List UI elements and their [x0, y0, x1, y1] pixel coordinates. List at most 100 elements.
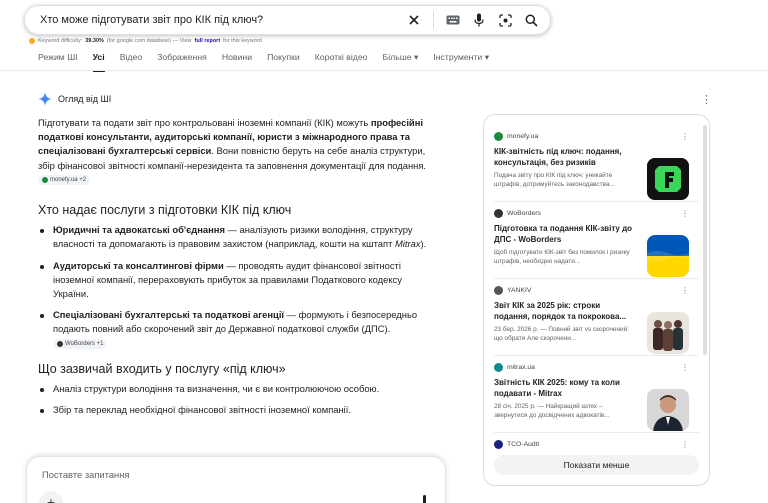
search-bar[interactable]: Хто може підготувати звіт про КІК під кл…	[24, 5, 551, 35]
ask-input[interactable]: Поставте запитання	[42, 469, 129, 480]
ai-overview-more-icon[interactable]: ⋮	[701, 93, 712, 106]
ai-overview-header: Огляд від ШІ	[38, 92, 111, 106]
sources-scrollbar[interactable]	[703, 125, 707, 355]
microphone-icon[interactable]	[466, 7, 492, 33]
source-site: mitrax.ua	[494, 363, 694, 372]
monefy-logo-icon	[647, 158, 689, 200]
kd-full-report-link[interactable]: full report	[194, 38, 220, 44]
source-site-name: WoBorders	[507, 210, 541, 217]
yankiv-favicon-icon	[494, 286, 503, 295]
clear-icon[interactable]	[401, 7, 427, 33]
section-heading-providers: Хто надає послуги з підготовки КІК під к…	[38, 203, 292, 218]
search-tabs: Режим ШІ Усі Відео Зображення Новини Пок…	[38, 52, 489, 72]
ai-intro-paragraph: Підготувати та подати звіт про контрольо…	[38, 116, 438, 187]
tab-ai-mode[interactable]: Режим ШІ	[38, 52, 78, 72]
tab-videos[interactable]: Відео	[120, 52, 142, 72]
search-input[interactable]: Хто може підготувати звіт про КІК під кл…	[25, 14, 401, 26]
source-chip-monefy[interactable]: monefy.ua +2	[38, 175, 91, 186]
woborders-favicon-icon	[494, 209, 503, 218]
list-item: Збір та переклад необхідної фінансової з…	[38, 403, 438, 417]
more-options-icon[interactable]: ⋮	[681, 363, 689, 372]
more-options-icon[interactable]: ⋮	[681, 440, 689, 449]
tab-shopping[interactable]: Покупки	[267, 52, 300, 72]
source-title[interactable]: Звітність КІК 2025: кому та коли подават…	[494, 378, 634, 399]
section-heading-includes: Що зазвичай входить у послугу «під ключ»	[38, 361, 286, 376]
list-item: Спеціалізовані бухгалтерські та податков…	[38, 308, 438, 351]
providers-list: Юридичні та адвокатські об'єднання — ана…	[38, 223, 438, 351]
source-chip-woborders[interactable]: WoBorders +1	[53, 339, 108, 350]
show-less-button[interactable]: Показати менше	[494, 455, 699, 475]
ai-overview-body: Підготувати та подати звіт про контрольо…	[38, 116, 438, 424]
tabs-divider	[0, 70, 768, 71]
card-divider	[494, 201, 699, 202]
service-name: Аудиторські та консалтингові фірми	[53, 259, 224, 271]
monefy-favicon-icon	[42, 177, 48, 184]
source-site-name: monefy.ua	[507, 133, 539, 140]
source-card[interactable]: WoBorders ⋮ Підготовка та подання КІК-зв…	[494, 209, 694, 277]
source-title[interactable]: КІК-звітність під ключ: подання, консуль…	[494, 147, 634, 168]
kd-value: 39.30%	[85, 38, 104, 44]
tab-all[interactable]: Усі	[92, 52, 105, 72]
more-options-icon[interactable]: ⋮	[681, 286, 689, 295]
service-example: Mitrax	[394, 238, 421, 250]
tab-news[interactable]: Новини	[222, 52, 252, 72]
kd-source: (for google.com database) — View	[106, 38, 192, 44]
tab-short-videos[interactable]: Короткі відео	[315, 52, 368, 72]
more-options-icon[interactable]: ⋮	[681, 132, 689, 141]
card-divider	[494, 278, 699, 279]
ai-intro-text-1: Підготувати та подати звіт про контрольо…	[38, 117, 371, 128]
tab-tools[interactable]: Інструменти ▾	[433, 52, 489, 72]
semrush-icon	[29, 38, 35, 44]
source-site-name: mitrax.ua	[507, 364, 535, 371]
card-divider	[494, 432, 699, 433]
mitrax-favicon-icon	[494, 363, 503, 372]
source-snippet: 28 січ. 2025 р. — Найкращий шлях – зверн…	[494, 403, 610, 419]
search-bar-divider	[433, 11, 434, 29]
keyword-difficulty-bar: Keyword difficulty: 39.30% (for google.c…	[29, 38, 262, 44]
service-text-end: ).	[420, 238, 427, 250]
team-photo-icon	[647, 312, 689, 354]
monefy-favicon-icon	[494, 132, 503, 141]
ask-followup-box[interactable]: Поставте запитання +	[26, 456, 446, 503]
ukraine-flag-icon	[647, 235, 689, 277]
source-chip-label: monefy.ua +2	[50, 177, 87, 184]
includes-list: Аналіз структури володіння та визначення…	[38, 382, 438, 417]
source-site: WoBorders	[494, 209, 694, 218]
source-site-name: TCO-Audit	[507, 441, 540, 448]
source-thumbnail[interactable]	[647, 389, 689, 431]
source-thumbnail[interactable]	[647, 235, 689, 277]
source-site: TCO-Audit	[494, 440, 694, 449]
tab-images[interactable]: Зображення	[157, 52, 207, 72]
kd-suffix: for this keyword	[223, 38, 262, 44]
source-title[interactable]: Підготовка та подання КІК-звіту до ДПС -…	[494, 224, 634, 245]
source-chip-label: WoBorders +1	[65, 341, 104, 348]
card-divider	[494, 355, 699, 356]
source-thumbnail[interactable]	[647, 158, 689, 200]
source-card[interactable]: YANKIV ⋮ Звіт КІК за 2025 рік: строки по…	[494, 286, 694, 354]
source-card[interactable]: monefy.ua ⋮ КІК-звітність під ключ: пода…	[494, 132, 694, 200]
list-item: Юридичні та адвокатські об'єднання — ана…	[38, 223, 438, 251]
source-site: monefy.ua	[494, 132, 694, 141]
tab-more[interactable]: Більше ▾	[383, 52, 419, 72]
list-item: Аналіз структури володіння та визначення…	[38, 382, 438, 396]
keyboard-icon[interactable]	[440, 7, 466, 33]
source-card[interactable]: TCO-Audit ⋮	[494, 440, 694, 449]
tco-audit-favicon-icon	[494, 440, 503, 449]
more-options-icon[interactable]: ⋮	[681, 209, 689, 218]
source-card[interactable]: mitrax.ua ⋮ Звітність КІК 2025: кому та …	[494, 363, 694, 431]
source-site: YANKIV	[494, 286, 694, 295]
list-item: Аудиторські та консалтингові фірми — про…	[38, 259, 438, 302]
service-name: Юридичні та адвокатські об'єднання	[53, 224, 225, 236]
woborders-favicon-icon	[57, 341, 63, 348]
source-snippet: Подача звіту про КІК під ключ: уникайте …	[494, 172, 615, 188]
kd-label: Keyword difficulty:	[38, 38, 83, 44]
add-icon[interactable]: +	[39, 491, 63, 503]
gemini-sparkle-icon	[38, 92, 52, 106]
source-thumbnail[interactable]	[647, 312, 689, 354]
ai-overview-title: Огляд від ШІ	[58, 94, 112, 104]
source-title[interactable]: Звіт КІК за 2025 рік: строки подання, по…	[494, 301, 634, 322]
source-snippet: 23 бер. 2026 р. — Повний звіт vs скороче…	[494, 326, 629, 342]
microphone-icon[interactable]	[423, 495, 426, 503]
search-icon[interactable]	[518, 7, 544, 33]
lens-icon[interactable]	[492, 7, 518, 33]
